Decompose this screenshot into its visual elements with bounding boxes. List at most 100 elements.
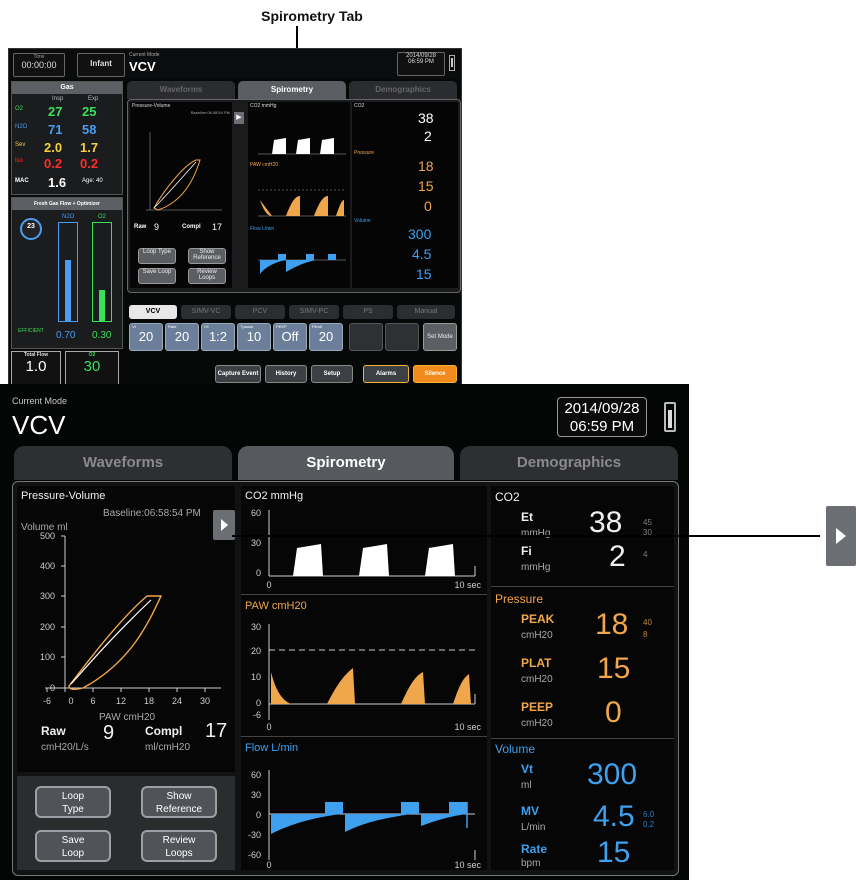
raw-label: Raw [41, 724, 66, 738]
thumb-loop-type-button[interactable]: Loop Type [138, 248, 176, 264]
current-mode: VCV [12, 410, 66, 440]
thumb-param-tpause[interactable]: Tpause 10 [237, 323, 271, 351]
thumbnail-screen: Time 00:00:00 Infant Current Mode VCV 20… [8, 48, 462, 388]
thumb-gas-insp-value: 0.2 [44, 156, 63, 171]
thumb-gas-name: Sev [15, 142, 26, 148]
raw-unit: cmH20/L/s [41, 742, 89, 753]
peak-unit: cmH20 [521, 630, 553, 641]
thumb-age-label: Age: 40 [82, 178, 103, 184]
review-loops-button[interactable]: Review Loops [141, 830, 217, 862]
review-loops-line2: Loops [165, 848, 193, 859]
peak-value: 18 [595, 608, 629, 641]
pressure-header: Pressure [495, 592, 544, 606]
tab-waveforms[interactable]: Waveforms [14, 446, 232, 480]
mv-label: MV [521, 804, 539, 818]
paw-x-start: 0 [266, 722, 271, 732]
thumb-mode-simv-vc[interactable]: SIMV-VC [181, 305, 231, 319]
thumb-gas-exp-value: 25 [82, 104, 97, 119]
thumb-setup-button[interactable]: Setup [311, 365, 353, 383]
thumb-datetime: 2014/09/28 06:59 PM [397, 52, 445, 76]
co2-wave-title: CO2 mmHg [245, 490, 304, 502]
thumb-param-vt[interactable]: Vt 20 [129, 323, 163, 351]
thumb-numerics-volume: Volume [354, 218, 371, 224]
thumb-current-mode-label: Current Mode [129, 52, 160, 58]
thumb-chevron-icon[interactable]: ▶ [234, 112, 244, 124]
thumb-patient-button[interactable]: Infant [77, 53, 125, 77]
paw-tick: -6 [253, 710, 261, 720]
thumb-silence-button[interactable]: Silence [413, 365, 457, 383]
pv-loop-current [68, 595, 163, 691]
thumb-time-box: Time 00:00:00 [13, 53, 65, 77]
thumb-numerics-peak: 18 [418, 158, 434, 174]
loop-type-line2: Type [62, 804, 84, 815]
thumb-fgf-n2o-label: N2O [62, 214, 75, 220]
thumb-mode-ps[interactable]: PS [343, 305, 393, 319]
thumb-total-flow-box[interactable]: Total Flow 1.0 [11, 351, 61, 385]
thumb-gas-title: Gas [12, 82, 122, 94]
co2-waveform: 60 30 0 0 10 sec [251, 508, 482, 590]
thumb-set-mode-button[interactable]: Set Mode [423, 323, 457, 351]
show-reference-button[interactable]: Show Reference [141, 786, 217, 818]
rate-value: 15 [597, 836, 631, 869]
thumb-show-reference-button[interactable]: Show Reference [188, 248, 226, 264]
paw-x-end: 10 sec [454, 722, 481, 732]
pv-title: Pressure-Volume [21, 490, 106, 502]
thumb-mode-manual[interactable]: Manual [397, 305, 455, 319]
thumb-alarms-button[interactable]: Alarms [363, 365, 409, 383]
thumb-param-peep[interactable]: PEEP Off [273, 323, 307, 351]
rate-label: Rate [521, 842, 548, 856]
flow-tick: 60 [251, 770, 261, 780]
mv-unit: L/min [521, 822, 546, 833]
thumb-waves-pane: CO2 mmHg PAW cmH20 Flow L/min [248, 102, 350, 288]
thumb-param-value: 20 [318, 329, 334, 344]
thumb-numerics-peep: 0 [424, 198, 432, 214]
co2-header: CO2 [495, 490, 520, 504]
standalone-expand-button[interactable] [826, 506, 856, 566]
compl-value: 17 [205, 720, 228, 742]
thumb-numerics-plat: 15 [418, 178, 434, 194]
thumb-mode-pcv[interactable]: PCV [235, 305, 285, 319]
pv-loop-reference [70, 599, 152, 685]
volume-header: Volume [495, 742, 536, 756]
thumb-save-loop-button[interactable]: Save Loop [138, 268, 176, 284]
save-loop-button[interactable]: Save Loop [35, 830, 111, 862]
thumb-numerics-vt: 300 [408, 226, 432, 242]
fi-unit: mmHg [521, 562, 551, 573]
thumb-fgf-n2o-bar [58, 222, 78, 322]
pv-x-tick: 24 [172, 696, 182, 706]
loop-type-button[interactable]: Loop Type [35, 786, 111, 818]
thumb-flow-wave [258, 254, 346, 274]
pv-y-tick: 200 [40, 622, 55, 632]
tab-spirometry[interactable]: Spirometry [238, 446, 454, 480]
thumb-o2-percent-box[interactable]: O2 30 [65, 351, 119, 385]
thumb-tab-spirometry[interactable]: Spirometry [238, 81, 346, 99]
thumb-param-value: 1:2 [208, 329, 228, 344]
wave-divider [241, 594, 487, 595]
et-label: Et [521, 510, 533, 524]
tab-demographics[interactable]: Demographics [460, 446, 678, 480]
peep-value: 0 [605, 696, 622, 729]
thumb-mode-vcv[interactable]: VCV [129, 305, 177, 319]
thumb-numerics-co2: CO2 [354, 103, 365, 109]
thumb-tab-demographics[interactable]: Demographics [349, 81, 457, 99]
thumb-time-of-day: 06:59 PM [408, 59, 434, 65]
peak-low-limit: 8 [643, 630, 648, 639]
thumb-review-loops-button[interactable]: Review Loops [188, 268, 226, 284]
thumb-mode-simv-pc[interactable]: SIMV-PC [289, 305, 339, 319]
thumb-tab-waveforms[interactable]: Waveforms [127, 81, 235, 99]
thumb-history-button[interactable]: History [265, 365, 307, 383]
thumb-fgf-n2o-value: 0.70 [56, 330, 76, 341]
thumb-fgf-o2-label: O2 [98, 214, 107, 220]
thumb-time: 00:00:00 [21, 60, 57, 70]
thumb-capture-event-button[interactable]: Capture Event [215, 365, 261, 383]
wave-divider [241, 736, 487, 737]
thumb-total-flow-value: 1.0 [25, 358, 47, 375]
flow-waveform: 60 30 0 -30 -60 0 10 sec [248, 770, 481, 868]
peak-label: PEAK [521, 612, 555, 626]
peak-high-limit: 40 [643, 618, 652, 627]
thumb-gas-exp-value: 1.7 [80, 140, 99, 155]
thumb-numerics-fi: 2 [424, 128, 432, 144]
thumb-param-ie[interactable]: I:E 1:2 [201, 323, 235, 351]
thumb-param-plimit[interactable]: Plimit 20 [309, 323, 343, 351]
thumb-param-rate[interactable]: Rate 20 [165, 323, 199, 351]
